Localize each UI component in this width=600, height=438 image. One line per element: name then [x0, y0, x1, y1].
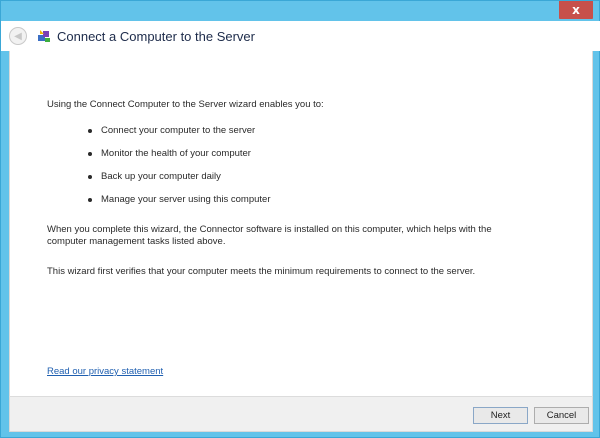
list-item: Connect your computer to the server	[88, 125, 271, 148]
close-icon: x	[572, 3, 580, 17]
back-button[interactable]: ◀	[9, 27, 27, 45]
next-button[interactable]: Next	[473, 407, 528, 424]
list-item: Back up your computer daily	[88, 171, 271, 194]
wizard-window: x ◀ Connect a Computer to the Server Usi…	[0, 0, 600, 438]
wizard-content: Using the Connect Computer to the Server…	[9, 51, 593, 396]
bullet-icon	[88, 129, 92, 133]
bullet-icon	[88, 198, 92, 202]
title-row: ◀ Connect a Computer to the Server	[9, 25, 255, 47]
intro-text: Using the Connect Computer to the Server…	[47, 99, 324, 110]
close-button[interactable]: x	[559, 1, 593, 19]
privacy-statement-link[interactable]: Read our privacy statement	[47, 366, 163, 377]
list-item-label: Back up your computer daily	[101, 171, 221, 182]
bullet-icon	[88, 152, 92, 156]
back-arrow-icon: ◀	[14, 30, 22, 42]
wizard-footer: Next Cancel	[9, 396, 593, 432]
bullet-icon	[88, 175, 92, 179]
window-title: Connect a Computer to the Server	[57, 28, 255, 44]
list-item-label: Manage your server using this computer	[101, 194, 271, 205]
completion-paragraph: When you complete this wizard, the Conne…	[47, 224, 492, 247]
list-item-label: Monitor the health of your computer	[101, 148, 251, 159]
list-item: Monitor the health of your computer	[88, 148, 271, 171]
feature-list: Connect your computer to the server Moni…	[88, 125, 271, 217]
list-item-label: Connect your computer to the server	[101, 125, 256, 136]
connector-app-icon	[38, 30, 50, 42]
list-item: Manage your server using this computer	[88, 194, 271, 217]
cancel-button[interactable]: Cancel	[534, 407, 589, 424]
verification-paragraph: This wizard first verifies that your com…	[47, 266, 476, 277]
